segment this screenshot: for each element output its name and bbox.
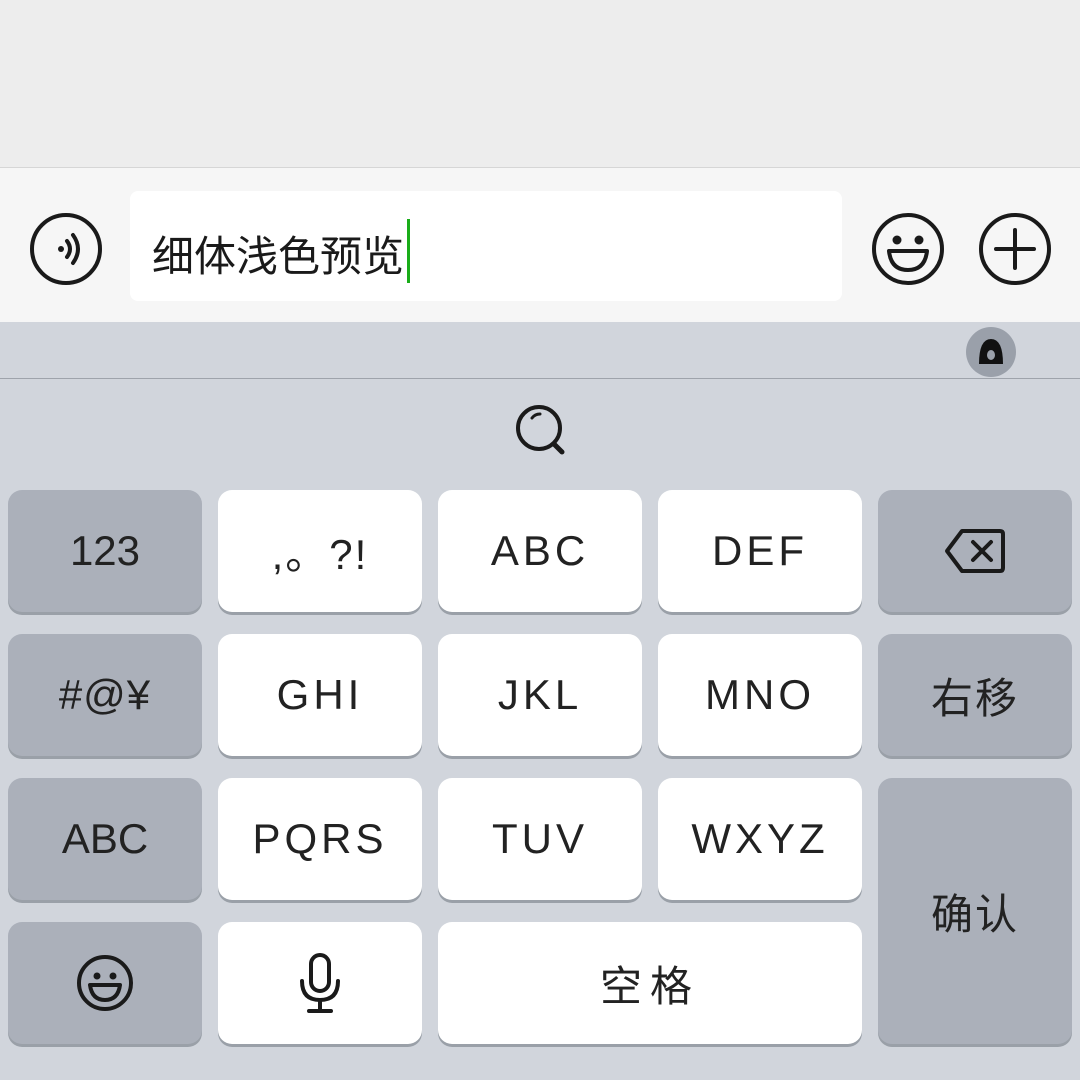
key-ghi[interactable]: GHI xyxy=(218,634,422,756)
abc-mode-key-label: ABC xyxy=(61,815,149,862)
key-def[interactable]: DEF xyxy=(658,490,862,612)
symbols-key-label: #@¥ xyxy=(58,671,152,718)
chat-input-bar: 细体浅色预览 xyxy=(0,167,1080,322)
backspace-key[interactable] xyxy=(878,490,1072,612)
key-punctuation[interactable]: ,。?! xyxy=(218,490,422,612)
key-jkl[interactable]: JKL xyxy=(438,634,642,756)
space-key[interactable]: 空格 xyxy=(438,922,862,1044)
plus-circle-icon[interactable] xyxy=(977,211,1053,287)
emoji-face-icon xyxy=(77,955,133,1011)
confirm-key-label: 确认 xyxy=(930,889,1019,939)
key-jkl-label: JKL xyxy=(497,671,583,718)
key-mno-label: MNO xyxy=(705,671,815,718)
symbols-key[interactable]: #@¥ xyxy=(8,634,202,756)
key-abc[interactable]: ABC xyxy=(438,490,642,612)
move-right-key[interactable]: 右移 xyxy=(878,634,1072,756)
voice-key[interactable] xyxy=(218,922,422,1044)
message-input[interactable]: 细体浅色预览 xyxy=(130,191,842,301)
key-ghi-label: GHI xyxy=(276,671,364,718)
key-tuv[interactable]: TUV xyxy=(438,778,642,900)
numbers-key[interactable]: 123 xyxy=(8,490,202,612)
confirm-key[interactable]: 确认 xyxy=(878,778,1072,1044)
search-icon[interactable] xyxy=(514,403,568,457)
key-pqrs[interactable]: PQRS xyxy=(218,778,422,900)
key-wxyz-label: WXYZ xyxy=(691,815,829,862)
numbers-key-label: 123 xyxy=(69,527,141,574)
key-mno[interactable]: MNO xyxy=(658,634,862,756)
space-key-label: 空格 xyxy=(599,961,700,1011)
message-input-value: 细体浅色预览 xyxy=(152,219,410,285)
key-wxyz[interactable]: WXYZ xyxy=(658,778,862,900)
microphone-icon xyxy=(300,953,340,1013)
voice-input-icon[interactable] xyxy=(28,211,104,287)
key-pqrs-label: PQRS xyxy=(252,815,388,862)
key-def-label: DEF xyxy=(712,527,808,574)
key-tuv-label: TUV xyxy=(492,815,588,862)
move-right-key-label: 右移 xyxy=(930,673,1019,723)
abc-mode-key[interactable]: ABC xyxy=(8,778,202,900)
emoji-keyboard-key[interactable] xyxy=(8,922,202,1044)
chat-area xyxy=(0,0,1080,167)
keyboard-toolbar xyxy=(0,322,1080,379)
backspace-icon xyxy=(945,529,1005,573)
ime-logo-icon[interactable] xyxy=(965,326,1017,378)
key-punctuation-label: ,。?! xyxy=(271,530,369,578)
key-abc-label: ABC xyxy=(490,527,590,574)
emoji-icon[interactable] xyxy=(870,211,946,287)
